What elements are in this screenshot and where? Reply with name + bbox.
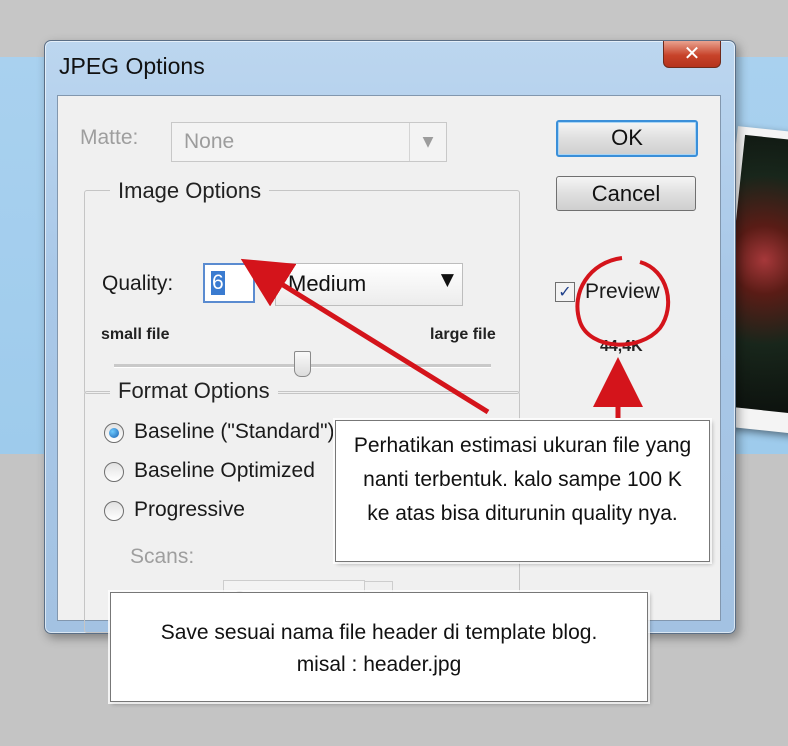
small-file-label: small file xyxy=(101,326,170,343)
save-callout: Save sesuai nama file header di template… xyxy=(110,592,648,702)
preview-checkbox[interactable]: ✓ xyxy=(555,282,575,302)
quality-label: Quality: xyxy=(102,272,174,295)
matte-label: Matte: xyxy=(80,126,139,149)
preview-label[interactable]: Preview xyxy=(585,280,660,304)
progressive-radio[interactable] xyxy=(104,501,124,521)
baseline-standard-radio[interactable] xyxy=(104,423,124,443)
close-icon: ✕ xyxy=(683,41,701,65)
baseline-standard-label[interactable]: Baseline ("Standard") xyxy=(134,420,334,444)
quality-value: 6 xyxy=(211,271,225,295)
close-button[interactable]: ✕ xyxy=(663,41,721,68)
file-size-estimate: 44,4K xyxy=(600,338,643,355)
quality-preset-select[interactable]: Medium ▼ xyxy=(275,263,463,306)
image-options-legend: Image Options xyxy=(110,178,270,204)
matte-value: None xyxy=(184,130,235,153)
checkmark-icon: ✓ xyxy=(558,282,572,301)
quality-preset-value: Medium xyxy=(288,271,367,296)
quality-slider-thumb[interactable] xyxy=(294,351,311,377)
save-callout-text: Save sesuai nama file header di template… xyxy=(160,621,598,676)
large-file-label: large file xyxy=(430,326,496,343)
format-options-legend: Format Options xyxy=(110,378,278,404)
ok-button[interactable]: OK xyxy=(556,120,698,157)
matte-select[interactable]: None ▼ xyxy=(171,122,447,162)
baseline-optimized-radio[interactable] xyxy=(104,462,124,482)
chevron-down-icon: ▼ xyxy=(440,270,454,290)
chevron-down-icon: ▼ xyxy=(409,123,446,161)
scans-label: Scans: xyxy=(130,545,195,568)
progressive-label[interactable]: Progressive xyxy=(134,498,245,522)
baseline-optimized-label[interactable]: Baseline Optimized xyxy=(134,459,315,483)
dialog-title: JPEG Options xyxy=(59,53,205,79)
cancel-button[interactable]: Cancel xyxy=(556,176,696,211)
estimate-callout: Perhatikan estimasi ukuran file yang nan… xyxy=(335,420,710,562)
quality-input[interactable]: 6 xyxy=(203,263,255,303)
estimate-callout-text: Perhatikan estimasi ukuran file yang nan… xyxy=(353,434,692,525)
